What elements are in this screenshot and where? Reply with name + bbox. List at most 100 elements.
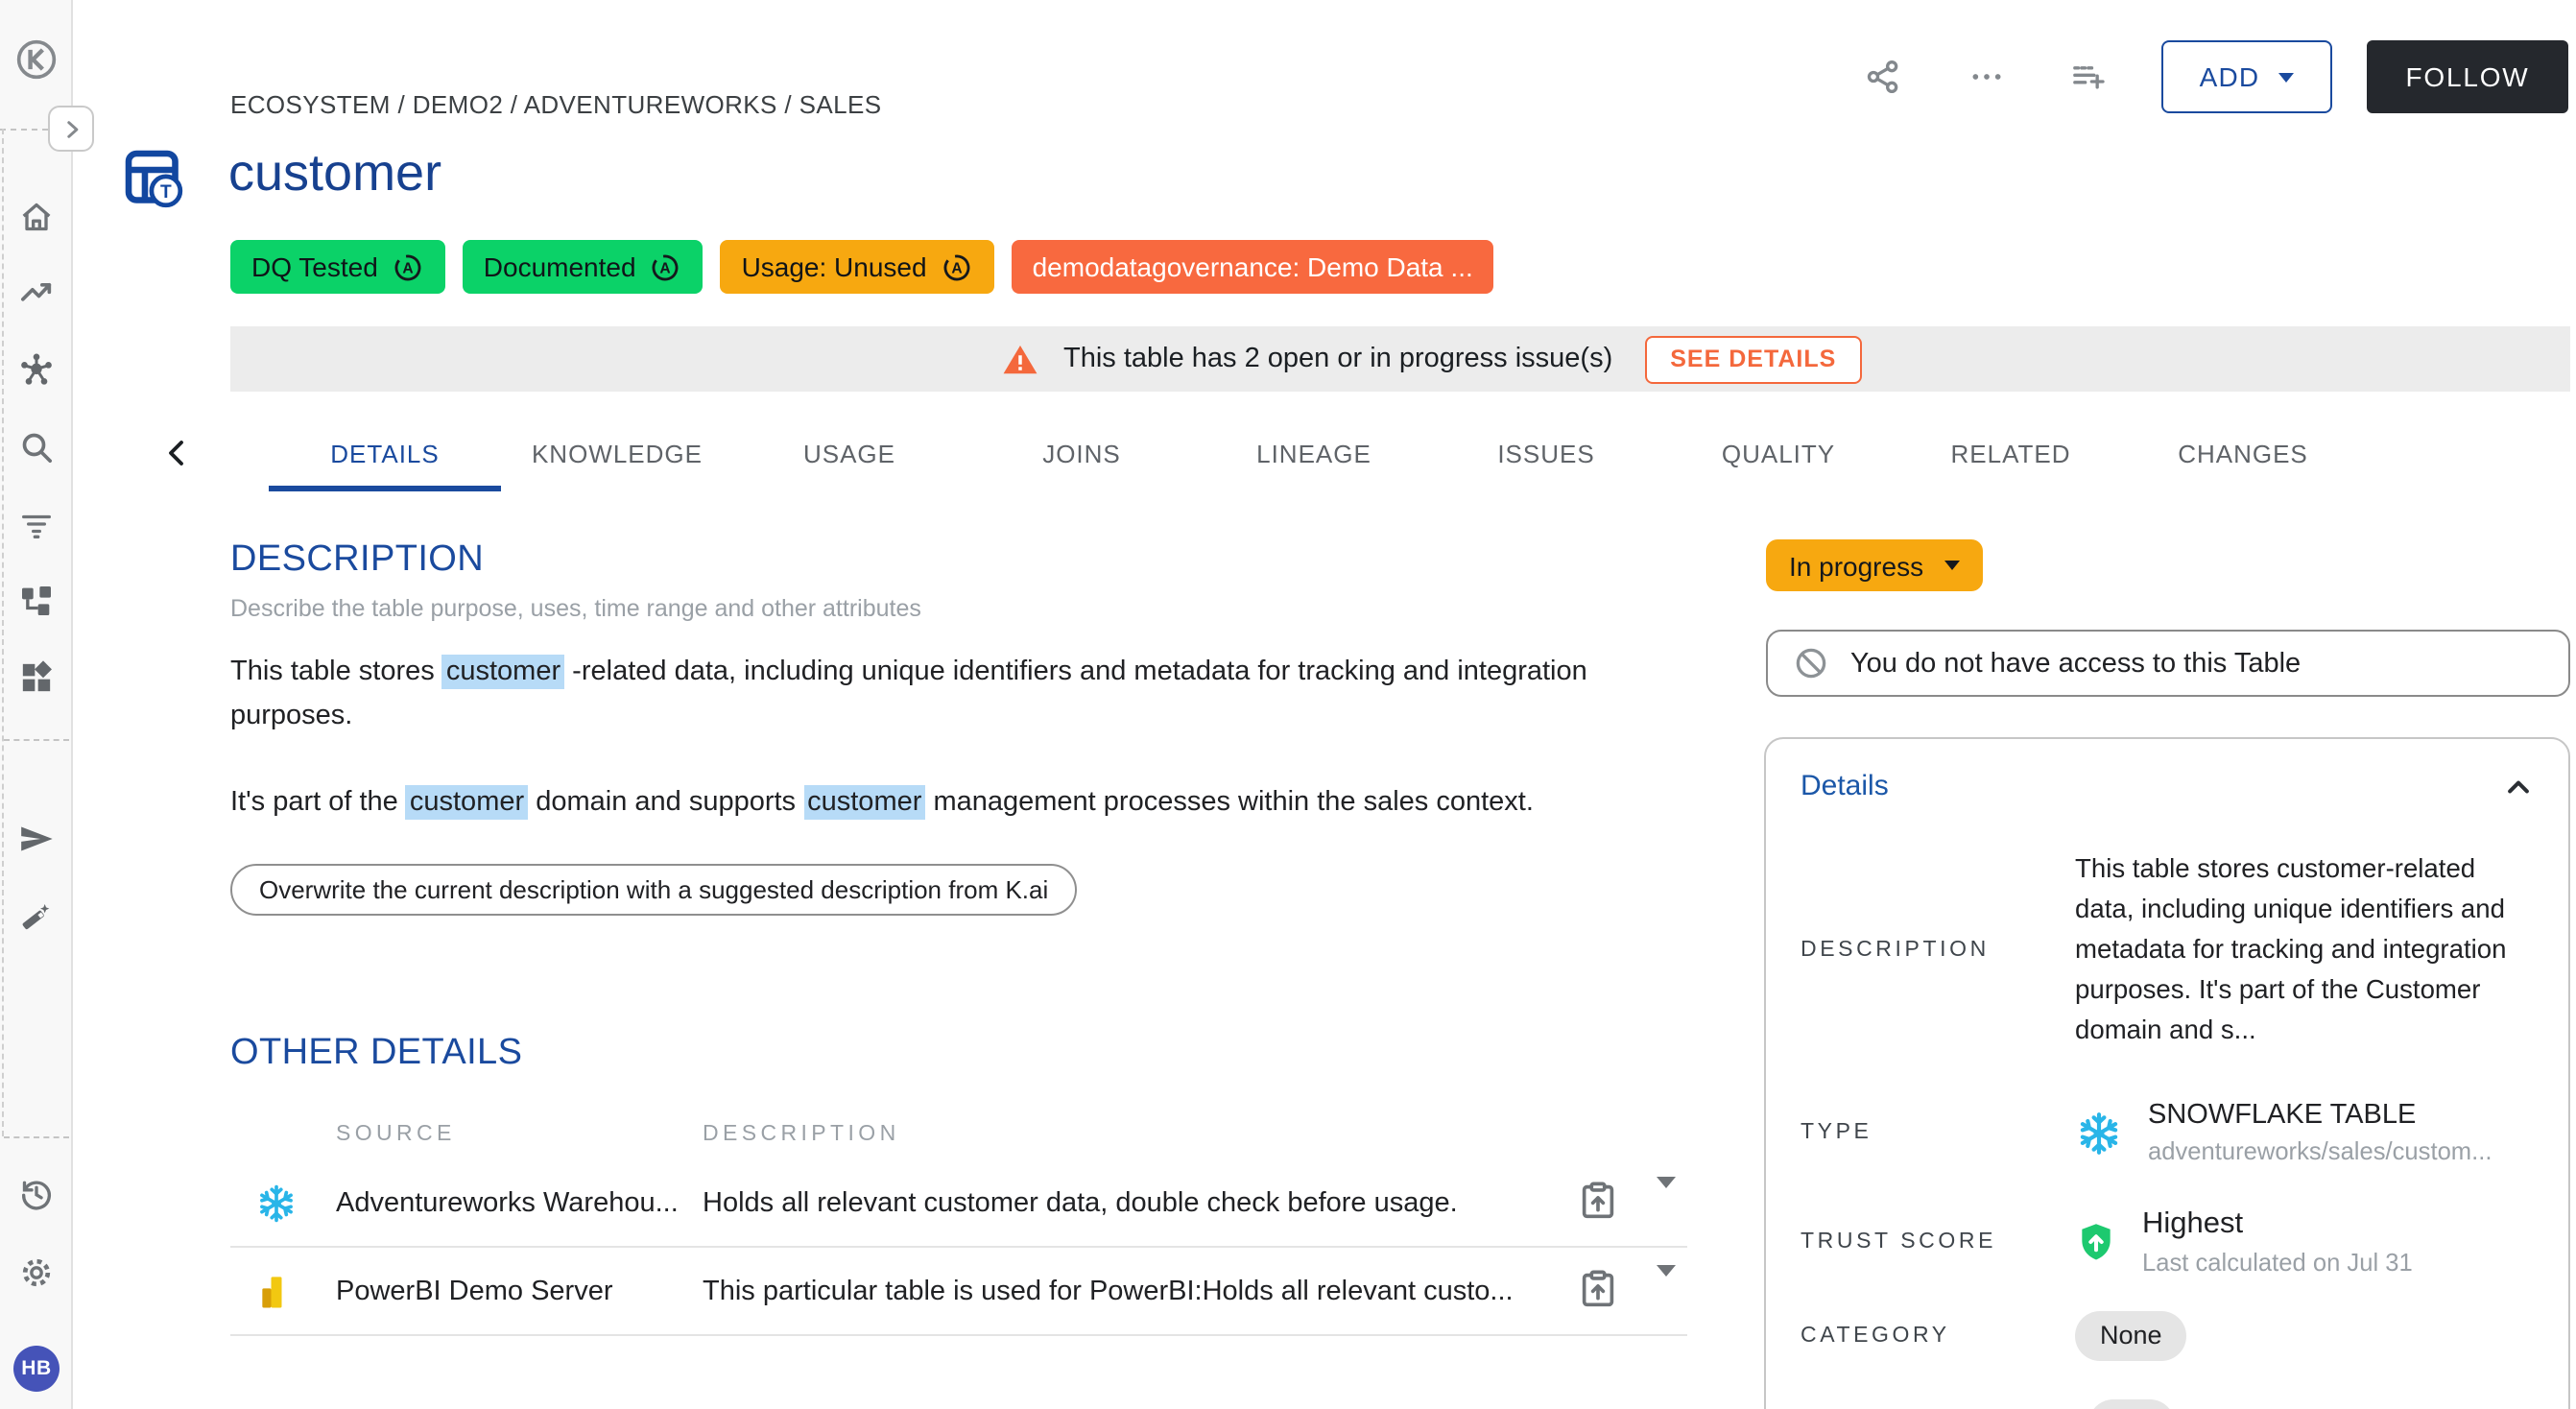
text-segment: It's part of the <box>230 787 406 818</box>
chevron-up-icon[interactable] <box>2503 771 2534 801</box>
auto-icon: A <box>941 251 973 283</box>
filter-icon <box>17 505 56 543</box>
text-segment: This table stores <box>230 657 442 687</box>
badge-label: demodatagovernance: Demo Data ... <box>1033 251 1473 282</box>
expand-row-button[interactable] <box>1657 1188 1676 1217</box>
source-cell: PowerBI Demo Server <box>336 1276 703 1306</box>
widgets-icon <box>17 658 56 697</box>
description-body[interactable]: This table stores customer -related data… <box>230 651 1612 869</box>
tab-joins[interactable]: JOINS <box>966 415 1198 491</box>
auto-icon: A <box>650 251 682 283</box>
source-cell: Adventureworks Warehou... <box>336 1187 703 1218</box>
sidebar-item-history[interactable] <box>17 1175 56 1213</box>
tab-related[interactable]: RELATED <box>1895 415 2127 491</box>
tab-knowledge[interactable]: KNOWLEDGE <box>501 415 733 491</box>
sidebar-item-schema[interactable] <box>17 582 56 620</box>
description-cell[interactable]: This particular table is used for PowerB… <box>703 1276 1576 1306</box>
tab-changes[interactable]: CHANGES <box>2127 415 2359 491</box>
divider <box>4 1136 69 1138</box>
field-value: This table stores customer-related data,… <box>2075 848 2534 1050</box>
sidebar-item-widgets[interactable] <box>17 658 56 697</box>
chevron-down-icon <box>2278 72 2294 82</box>
access-notice-text: You do not have access to this Table <box>1850 648 2301 679</box>
text-segment: purposes. <box>230 700 352 730</box>
details-card-title[interactable]: Details <box>1801 770 1889 802</box>
share-button[interactable] <box>1864 58 1902 96</box>
svg-text:A: A <box>402 260 413 276</box>
sidebar-item-settings[interactable] <box>17 1254 56 1292</box>
chevron-down-icon <box>1657 1265 1676 1305</box>
propagate-description-button[interactable] <box>1576 1266 1620 1316</box>
sidebar-tools <box>17 820 56 937</box>
suggest-description-button[interactable]: Overwrite the current description with a… <box>230 864 1077 916</box>
table-header-row: SOURCE DESCRIPTION <box>230 1110 1687 1159</box>
tab-bar: DETAILSKNOWLEDGEUSAGEJOINSLINEAGEISSUESQ… <box>269 415 2359 491</box>
more-button[interactable] <box>1968 58 2006 96</box>
clipboard-up-icon <box>1576 1266 1620 1310</box>
sidebar-item-magic-wand[interactable] <box>17 898 56 937</box>
description-cell[interactable]: Holds all relevant customer data, double… <box>703 1187 1576 1218</box>
add-button[interactable]: ADD <box>2161 40 2332 113</box>
more-icon <box>1968 58 2006 96</box>
field-value-title: SNOWFLAKE TABLE <box>2148 1100 2492 1131</box>
field-label: TYPE <box>1801 1121 2075 1144</box>
text-segment: domain and supports <box>528 787 803 818</box>
see-details-button[interactable]: SEE DETAILS <box>1645 335 1861 383</box>
sidebar-nav <box>17 198 56 697</box>
sidebar-item-trending[interactable] <box>17 275 56 313</box>
search-icon <box>17 428 56 466</box>
tab-issues[interactable]: ISSUES <box>1430 415 1662 491</box>
follow-button[interactable]: FOLLOW <box>2367 40 2568 113</box>
field-value-title: Highest <box>2142 1207 2413 1242</box>
field-value-subtitle: Last calculated on Jul 31 <box>2142 1248 2413 1277</box>
table-row: Adventureworks Warehou...Holds all relev… <box>230 1159 1687 1248</box>
table-entity-icon: T <box>125 150 184 209</box>
highlighted-term: customer <box>406 785 528 820</box>
settings-icon <box>17 1254 56 1292</box>
avatar[interactable]: HB <box>13 1346 60 1392</box>
sidebar-item-filter[interactable] <box>17 505 56 543</box>
badge-dq-tested[interactable]: DQ TestedA <box>230 240 445 294</box>
badge-usage-unused[interactable]: Usage: UnusedA <box>721 240 994 294</box>
field-type: TYPESNOWFLAKE TABLEadventureworks/sales/… <box>1801 1100 2534 1165</box>
no-access-icon <box>1793 645 1829 681</box>
column-header-source: SOURCE <box>336 1123 703 1146</box>
k-logo-icon[interactable] <box>15 38 58 81</box>
badge-row: DQ TestedA DocumentedA Usage: UnusedA demod… <box>230 240 1494 294</box>
field-category: CATEGORYNone <box>1801 1311 2534 1361</box>
app-root: HB ECOSYSTEM / DEMO2 / ADVENTUREWORKS / … <box>0 0 2576 1409</box>
breadcrumb[interactable]: ECOSYSTEM / DEMO2 / ADVENTUREWORKS / SAL… <box>230 90 882 119</box>
tabs-scroll-left-button[interactable] <box>161 438 192 468</box>
badge-demodatagovernance-demo-data[interactable]: demodatagovernance: Demo Data ... <box>1012 240 1494 294</box>
chevron-down-icon <box>1944 561 1960 570</box>
warning-icon <box>1002 341 1038 377</box>
sidebar-item-send[interactable] <box>17 820 56 858</box>
trending-icon <box>17 275 56 313</box>
home-icon <box>17 198 56 236</box>
propagate-description-button[interactable] <box>1576 1178 1620 1228</box>
sidebar-bottom <box>17 1175 56 1292</box>
field-label: CATEGORY <box>1801 1325 2075 1348</box>
sidebar-expand-button[interactable] <box>48 106 94 152</box>
divider <box>2 129 4 1136</box>
sidebar-item-search[interactable] <box>17 428 56 466</box>
other-details-heading: OTHER DETAILS <box>230 1033 522 1075</box>
expand-row-button[interactable] <box>1657 1277 1676 1305</box>
playlist-add-button[interactable] <box>2069 58 2108 96</box>
tab-usage[interactable]: USAGE <box>733 415 966 491</box>
sidebar: HB <box>0 0 73 1409</box>
field-value: SNOWFLAKE TABLEadventureworks/sales/cust… <box>2075 1100 2534 1165</box>
tab-quality[interactable]: QUALITY <box>1662 415 1895 491</box>
auto-icon: A <box>392 251 424 283</box>
tab-details[interactable]: DETAILS <box>269 415 501 491</box>
magic-wand-icon <box>17 898 56 937</box>
tab-lineage[interactable]: LINEAGE <box>1198 415 1430 491</box>
field-value-pill[interactable]: None <box>2075 1311 2187 1361</box>
badge-documented[interactable]: DocumentedA <box>463 240 704 294</box>
sidebar-item-home[interactable] <box>17 198 56 236</box>
sidebar-item-ecosystem[interactable] <box>17 351 56 390</box>
field-label: DESCRIPTION <box>1801 938 2075 961</box>
status-dropdown[interactable]: In progress <box>1766 539 1983 591</box>
details-card: Details DESCRIPTIONThis table stores cus… <box>1764 737 2570 1409</box>
description-paragraph: It's part of the customer domain and sup… <box>230 781 1612 824</box>
